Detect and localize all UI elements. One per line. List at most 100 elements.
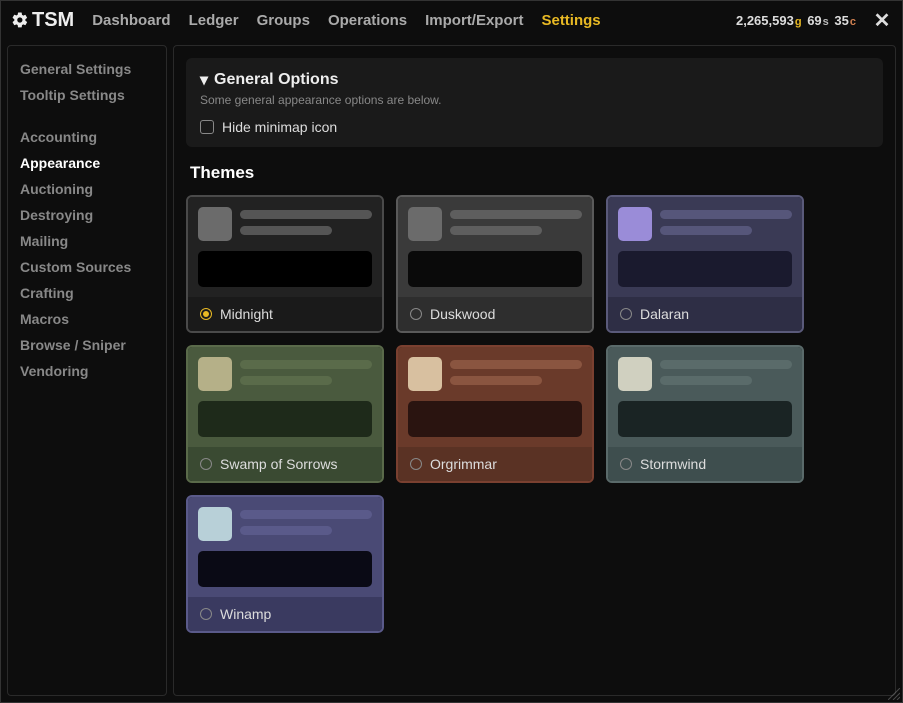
- sidebar-item-browse-sniper[interactable]: Browse / Sniper: [20, 332, 154, 358]
- theme-radio[interactable]: [200, 458, 212, 470]
- theme-line: [240, 360, 372, 369]
- app-logo: TSM: [11, 9, 74, 32]
- theme-line: [660, 226, 752, 235]
- sidebar-item-appearance[interactable]: Appearance: [20, 150, 154, 176]
- sidebar-item-macros[interactable]: Macros: [20, 306, 154, 332]
- sidebar-item-mailing[interactable]: Mailing: [20, 228, 154, 254]
- theme-footer: Orgrimmar: [398, 447, 592, 481]
- sidebar-item-accounting[interactable]: Accounting: [20, 124, 154, 150]
- theme-bar: [618, 251, 792, 287]
- theme-bar: [408, 401, 582, 437]
- theme-footer: Midnight: [188, 297, 382, 331]
- theme-swatch: [198, 357, 232, 391]
- hide-minimap-row[interactable]: Hide minimap icon: [200, 119, 869, 135]
- hide-minimap-label: Hide minimap icon: [222, 119, 337, 135]
- theme-radio[interactable]: [620, 458, 632, 470]
- theme-line: [240, 226, 332, 235]
- theme-swatch: [198, 207, 232, 241]
- theme-footer: Winamp: [188, 597, 382, 631]
- theme-card-winamp[interactable]: Winamp: [186, 495, 384, 633]
- theme-card-midnight[interactable]: Midnight: [186, 195, 384, 333]
- sidebar-item-crafting[interactable]: Crafting: [20, 280, 154, 306]
- top-nav: Dashboard Ledger Groups Operations Impor…: [92, 12, 600, 29]
- theme-preview: [188, 347, 382, 447]
- theme-line: [240, 510, 372, 519]
- theme-preview: [398, 347, 592, 447]
- theme-bar: [618, 401, 792, 437]
- sidebar-item-auctioning[interactable]: Auctioning: [20, 176, 154, 202]
- theme-line: [450, 376, 542, 385]
- money-display: 2,265,593 69 35: [736, 13, 856, 28]
- theme-line: [240, 376, 332, 385]
- theme-bar: [198, 251, 372, 287]
- theme-preview: [608, 347, 802, 447]
- theme-card-orgrimmar[interactable]: Orgrimmar: [396, 345, 594, 483]
- theme-bar: [198, 551, 372, 587]
- panel-subtitle: Some general appearance options are belo…: [200, 93, 869, 107]
- caret-down-icon: ▾: [200, 70, 208, 90]
- theme-line: [240, 210, 372, 219]
- theme-radio[interactable]: [200, 608, 212, 620]
- theme-line: [450, 210, 582, 219]
- theme-radio[interactable]: [410, 308, 422, 320]
- theme-card-stormwind[interactable]: Stormwind: [606, 345, 804, 483]
- gear-icon: [11, 11, 29, 29]
- theme-name: Winamp: [220, 606, 271, 622]
- sidebar-item-tooltip-settings[interactable]: Tooltip Settings: [20, 82, 154, 108]
- theme-footer: Dalaran: [608, 297, 802, 331]
- nav-import-export[interactable]: Import/Export: [425, 12, 523, 29]
- theme-preview: [188, 197, 382, 297]
- theme-preview: [398, 197, 592, 297]
- theme-name: Dalaran: [640, 306, 689, 322]
- gold-amount: 2,265,593: [736, 13, 802, 28]
- theme-line: [660, 360, 792, 369]
- theme-line: [240, 526, 332, 535]
- themes-title: Themes: [190, 163, 883, 183]
- theme-radio[interactable]: [200, 308, 212, 320]
- nav-groups[interactable]: Groups: [257, 12, 310, 29]
- theme-preview: [188, 497, 382, 597]
- theme-bar: [408, 251, 582, 287]
- theme-line: [660, 210, 792, 219]
- theme-grid: Midnight Duskwood: [186, 195, 883, 633]
- theme-line: [450, 226, 542, 235]
- theme-name: Duskwood: [430, 306, 495, 322]
- sidebar-item-custom-sources[interactable]: Custom Sources: [20, 254, 154, 280]
- general-options-panel: ▾ General Options Some general appearanc…: [186, 58, 883, 147]
- theme-bar: [198, 401, 372, 437]
- sidebar: General Settings Tooltip Settings Accoun…: [7, 45, 167, 696]
- theme-swatch: [408, 207, 442, 241]
- theme-card-dalaran[interactable]: Dalaran: [606, 195, 804, 333]
- hide-minimap-checkbox[interactable]: [200, 120, 214, 134]
- resize-grip-icon[interactable]: [888, 688, 900, 700]
- panel-title: General Options: [214, 71, 338, 89]
- theme-name: Swamp of Sorrows: [220, 456, 337, 472]
- theme-line: [450, 360, 582, 369]
- theme-footer: Duskwood: [398, 297, 592, 331]
- theme-card-duskwood[interactable]: Duskwood: [396, 195, 594, 333]
- sidebar-item-vendoring[interactable]: Vendoring: [20, 358, 154, 384]
- theme-swatch: [408, 357, 442, 391]
- sidebar-item-general-settings[interactable]: General Settings: [20, 56, 154, 82]
- theme-radio[interactable]: [410, 458, 422, 470]
- theme-preview: [608, 197, 802, 297]
- nav-dashboard[interactable]: Dashboard: [92, 12, 170, 29]
- theme-swatch: [618, 357, 652, 391]
- silver-amount: 69: [807, 13, 829, 28]
- theme-card-swamp-of-sorrows[interactable]: Swamp of Sorrows: [186, 345, 384, 483]
- theme-name: Stormwind: [640, 456, 706, 472]
- sidebar-item-destroying[interactable]: Destroying: [20, 202, 154, 228]
- nav-operations[interactable]: Operations: [328, 12, 407, 29]
- theme-radio[interactable]: [620, 308, 632, 320]
- theme-footer: Swamp of Sorrows: [188, 447, 382, 481]
- theme-swatch: [198, 507, 232, 541]
- logo-text: TSM: [32, 9, 74, 32]
- nav-ledger[interactable]: Ledger: [189, 12, 239, 29]
- theme-name: Orgrimmar: [430, 456, 497, 472]
- panel-header[interactable]: ▾ General Options: [200, 70, 869, 90]
- theme-swatch: [618, 207, 652, 241]
- theme-footer: Stormwind: [608, 447, 802, 481]
- nav-settings[interactable]: Settings: [541, 12, 600, 29]
- content: ▾ General Options Some general appearanc…: [173, 45, 896, 696]
- close-button[interactable]: ✕: [872, 8, 892, 33]
